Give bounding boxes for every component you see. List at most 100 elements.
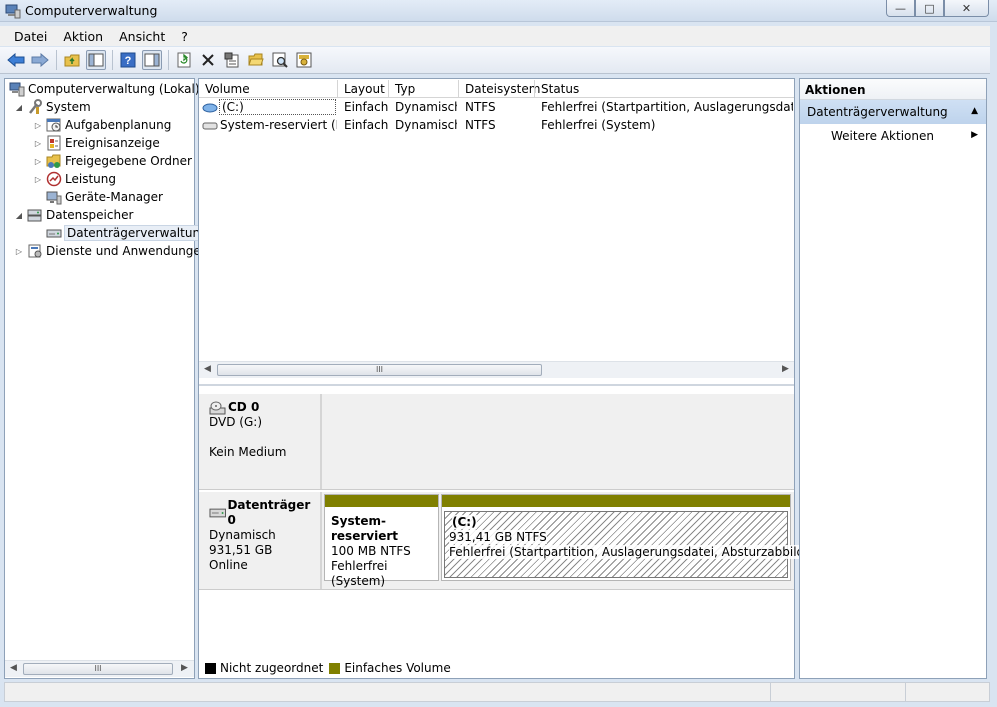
menu-datei[interactable]: Datei: [0, 29, 55, 44]
search-button[interactable]: [270, 50, 290, 70]
tree-item-label: Geräte-Manager: [65, 190, 163, 204]
minimize-button[interactable]: —: [886, 0, 915, 17]
up-one-level-button[interactable]: [62, 50, 82, 70]
expand-arrow-icon[interactable]: ▷: [32, 121, 44, 130]
column-divider[interactable]: [337, 80, 338, 97]
maximize-button[interactable]: □: [915, 0, 944, 17]
partition-info: System-reserviert 100 MB NTFS Fehlerfrei…: [327, 511, 436, 588]
help-icon: ?: [120, 52, 136, 68]
collapse-arrow-icon[interactable]: ◢: [13, 211, 25, 220]
partition-system-reserved[interactable]: System-reserviert 100 MB NTFS Fehlerfrei…: [324, 494, 439, 588]
disk-legend: Nicht zugeordnet Einfaches Volume: [199, 658, 794, 678]
menu-ansicht[interactable]: Ansicht: [111, 29, 173, 44]
delete-button[interactable]: [198, 50, 218, 70]
tree-item-system[interactable]: ◢ System: [13, 98, 91, 116]
volume-layout: Einfach: [344, 118, 388, 132]
disk-name: CD 0: [228, 400, 260, 414]
action-more-actions[interactable]: Weitere Aktionen ▶: [800, 124, 986, 146]
scroll-thumb[interactable]: III: [217, 364, 542, 376]
scroll-right-icon[interactable]: ▶: [782, 364, 789, 374]
drive-c-icon: [202, 103, 218, 113]
tree-horizontal-scrollbar[interactable]: ◀ III ▶: [5, 660, 194, 677]
scroll-thumb[interactable]: III: [23, 663, 173, 675]
tree-item-geraete-manager[interactable]: Geräte-Manager: [44, 188, 163, 206]
title-bar: Computerverwaltung — □ ✕: [0, 0, 997, 22]
properties-icon: [224, 52, 239, 68]
open-button[interactable]: [246, 50, 266, 70]
menu-aktion[interactable]: Aktion: [55, 29, 111, 44]
tree-item-datentraegerverwaltung[interactable]: Datenträgerverwaltung: [44, 224, 211, 242]
hard-disk-icon: [209, 508, 226, 518]
partition-name: System-reserviert: [331, 514, 398, 543]
actions-group-label: Datenträgerverwaltung: [807, 105, 948, 119]
navigation-tree: Computerverwaltung (Lokal) ◢ System ▷ Au…: [4, 78, 211, 679]
volume-filesystem: NTFS: [465, 118, 496, 132]
disk-type: Dynamisch: [209, 528, 276, 542]
column-header-typ[interactable]: Typ: [395, 82, 415, 96]
scroll-right-icon[interactable]: ▶: [181, 663, 188, 673]
toolbar: ?: [0, 47, 990, 74]
show-hide-actions-button[interactable]: [142, 50, 162, 70]
disk-label[interactable]: Datenträger 0 Dynamisch 931,51 GB Online: [199, 492, 322, 589]
tree-item-ereignisanzeige[interactable]: ▷ Ereignisanzeige: [32, 134, 160, 152]
help-button[interactable]: ?: [118, 50, 138, 70]
volume-name: (C:): [219, 99, 336, 115]
back-button[interactable]: [6, 50, 26, 70]
tree-item-leistung[interactable]: ▷ Leistung: [32, 170, 116, 188]
disk-label[interactable]: CD 0 DVD (G:) Kein Medium: [199, 394, 322, 489]
tree-item-root[interactable]: Computerverwaltung (Lokal): [7, 80, 200, 98]
volume-name: System-reserviert (H:): [220, 118, 337, 132]
tree-item-label: Datenspeicher: [46, 208, 134, 222]
expand-arrow-icon[interactable]: ▷: [32, 139, 44, 148]
collapse-arrow-icon[interactable]: ◢: [13, 103, 25, 112]
refresh-button[interactable]: [174, 50, 194, 70]
expand-arrow-icon[interactable]: ▷: [32, 175, 44, 184]
tree-item-label: Aufgabenplanung: [65, 118, 172, 132]
column-divider[interactable]: [388, 80, 389, 97]
column-divider[interactable]: [458, 80, 459, 97]
volume-status: Fehlerfrei (System): [541, 118, 656, 132]
column-header-dateisystem[interactable]: Dateisystem: [465, 82, 540, 96]
disk-name: Datenträger 0: [227, 498, 311, 527]
show-hide-tree-button[interactable]: [86, 50, 106, 70]
drive-icon: [202, 122, 218, 130]
window-title: Computerverwaltung: [25, 3, 158, 18]
tree-item-dienste[interactable]: ▷ Dienste und Anwendungen: [13, 242, 209, 260]
collapse-up-icon[interactable]: ▲: [971, 106, 978, 116]
expand-arrow-icon[interactable]: ▷: [13, 247, 25, 256]
column-header-volume[interactable]: Volume: [205, 82, 250, 96]
forward-button[interactable]: [30, 50, 50, 70]
disk-row-disk0[interactable]: Datenträger 0 Dynamisch 931,51 GB Online…: [199, 492, 809, 590]
scroll-left-icon[interactable]: ◀: [204, 364, 211, 374]
expand-arrow-icon[interactable]: ▷: [32, 157, 44, 166]
toolbar-separator: [112, 50, 113, 70]
settings-button[interactable]: [294, 50, 314, 70]
scroll-left-icon[interactable]: ◀: [10, 663, 17, 673]
disk-drive-letter: DVD (G:): [209, 415, 262, 429]
volume-row[interactable]: (C:) Einfach Dynamisch NTFS Fehlerfrei (…: [199, 99, 794, 117]
computer-management-icon: [9, 82, 25, 97]
window-controls: — □ ✕: [886, 0, 989, 18]
partition-name: (C:): [452, 515, 477, 529]
disk-row-cd0[interactable]: CD 0 DVD (G:) Kein Medium: [199, 394, 794, 490]
menu-help[interactable]: ?: [173, 29, 196, 44]
partition-c[interactable]: (C:) 931,41 GB NTFS Fehlerfrei (Startpar…: [441, 494, 809, 581]
volume-row[interactable]: System-reserviert (H:) Einfach Dynamisch…: [199, 117, 794, 135]
actions-group-datentraegerverwaltung[interactable]: Datenträgerverwaltung ▲: [800, 100, 986, 124]
event-viewer-icon: [47, 135, 61, 151]
tree-item-freigegebene-ordner[interactable]: ▷ Freigegebene Ordner: [32, 152, 192, 170]
close-button[interactable]: ✕: [944, 0, 989, 17]
properties-button[interactable]: [222, 50, 242, 70]
volume-status: Fehlerfrei (Startpartition, Auslagerungs…: [541, 100, 793, 114]
column-divider[interactable]: [534, 80, 535, 97]
column-header-status[interactable]: Status: [541, 82, 579, 96]
partition-status: Fehlerfrei (System): [331, 559, 388, 588]
column-header-layout[interactable]: Layout: [344, 82, 385, 96]
disk-media-status: Kein Medium: [209, 445, 287, 459]
disk-management-icon: [46, 229, 62, 238]
volume-list-horizontal-scrollbar[interactable]: ◀ III ▶: [199, 361, 794, 378]
tree-item-datenspeicher[interactable]: ◢ Datenspeicher: [13, 206, 133, 224]
tree-item-aufgabenplanung[interactable]: ▷ Aufgabenplanung: [32, 116, 171, 134]
svg-text:?: ?: [125, 55, 132, 67]
performance-icon: [46, 171, 62, 187]
